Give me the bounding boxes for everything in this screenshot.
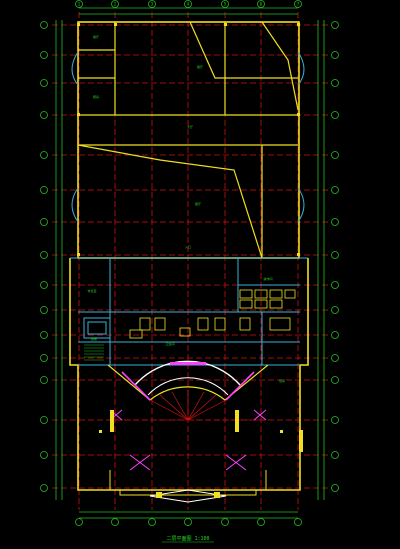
room-label-1: 餐厅 bbox=[93, 34, 99, 39]
room-label-2: 餐厅 bbox=[197, 64, 203, 69]
room-label-4: 餐厅 bbox=[195, 201, 201, 206]
room-label-10: 楼梯 bbox=[91, 336, 97, 341]
room-label-8: 包间 bbox=[279, 378, 285, 383]
room-label-3: 厨房 bbox=[93, 94, 99, 99]
drawing-caption: 二层平面图 1:100 bbox=[166, 536, 209, 542]
drawing-background bbox=[0, 0, 400, 549]
room-label-9: 卫生间 bbox=[165, 341, 174, 346]
room-label-7: 休息室 bbox=[87, 288, 96, 293]
room-label-5: 操作间 bbox=[263, 276, 272, 281]
room-label-6: 大厅 bbox=[187, 124, 193, 129]
floor-plan-drawing: 1 2 3 4 5 6 7 餐厅 餐厅 厨房 餐厅 操作间 大厅 休息室 包间 … bbox=[0, 0, 400, 549]
room-label-11: 入口 bbox=[185, 245, 191, 249]
